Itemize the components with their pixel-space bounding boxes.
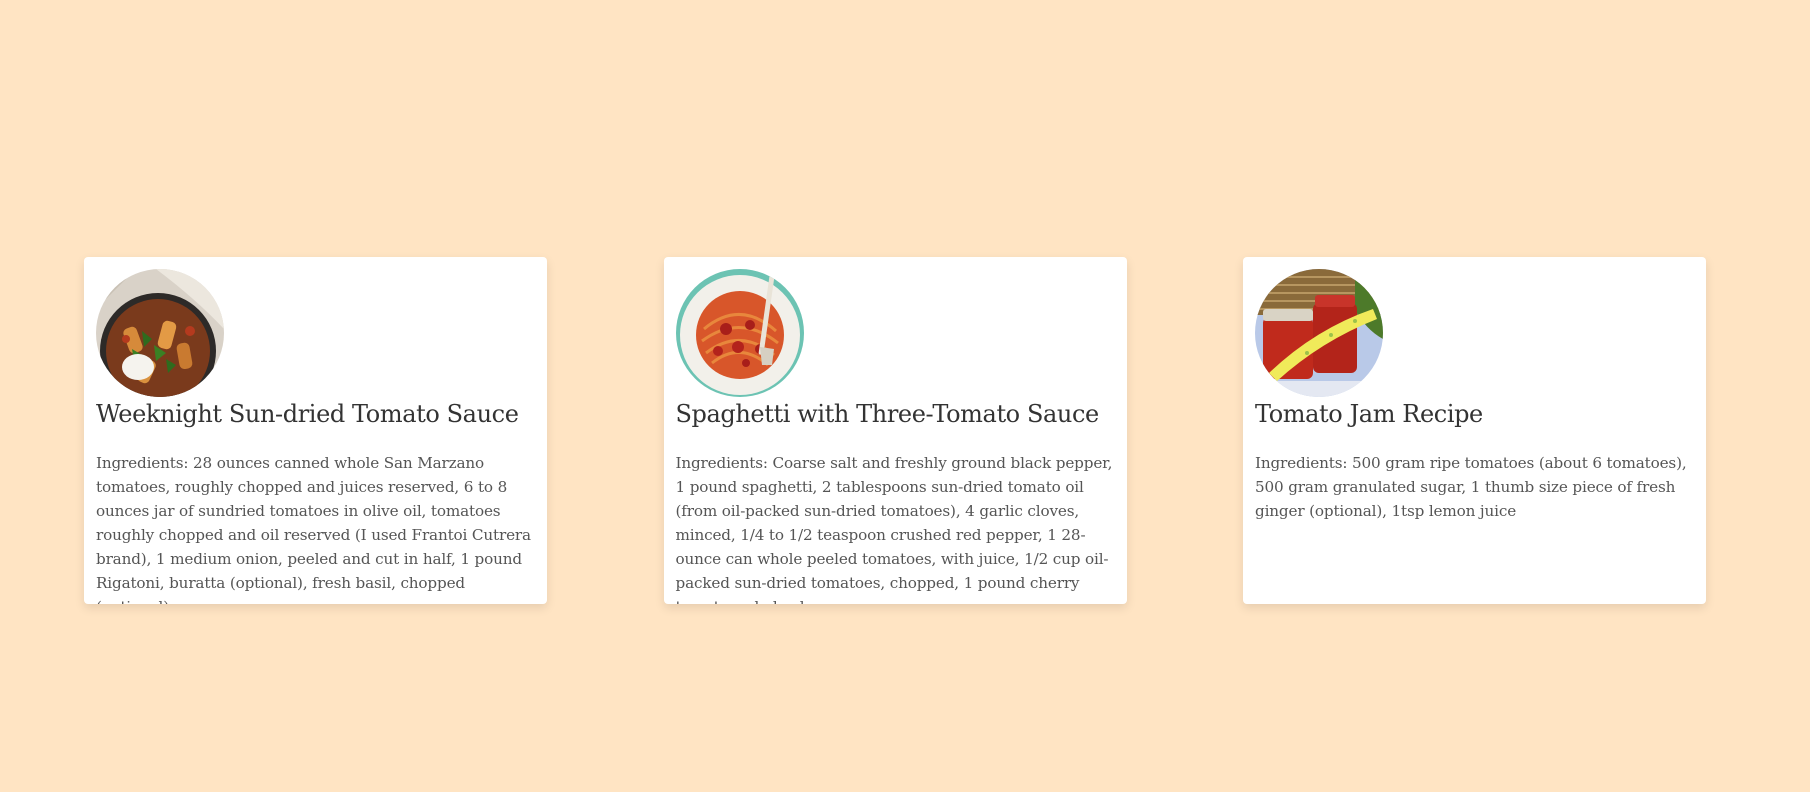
recipe-card[interactable]: Tomato Jam Recipe Ingredients: 500 gram …	[1243, 257, 1706, 604]
recipe-image	[96, 269, 224, 397]
recipe-ingredients: Ingredients: 500 gram ripe tomatoes (abo…	[1255, 454, 1687, 520]
rigatoni-bowl-photo	[96, 269, 224, 397]
recipe-card-list: Weeknight Sun-dried Tomato Sauce Ingredi…	[84, 257, 1706, 604]
recipe-image	[675, 269, 804, 397]
spaghetti-plate-photo	[675, 269, 804, 397]
recipe-title[interactable]: Weeknight Sun-dried Tomato Sauce	[96, 399, 535, 429]
recipe-ingredients: Ingredients: Coarse salt and freshly gro…	[675, 454, 1113, 604]
recipe-card[interactable]: Weeknight Sun-dried Tomato Sauce Ingredi…	[84, 257, 547, 604]
recipe-title[interactable]: Tomato Jam Recipe	[1255, 399, 1694, 429]
tomato-jam-jars-photo	[1255, 269, 1383, 397]
recipe-card[interactable]: Spaghetti with Three-Tomato Sauce Ingred…	[663, 257, 1127, 604]
recipe-title[interactable]: Spaghetti with Three-Tomato Sauce	[676, 399, 1115, 429]
recipe-image	[1255, 269, 1383, 397]
recipe-ingredients: Ingredients: 28 ounces canned whole San …	[96, 454, 531, 604]
